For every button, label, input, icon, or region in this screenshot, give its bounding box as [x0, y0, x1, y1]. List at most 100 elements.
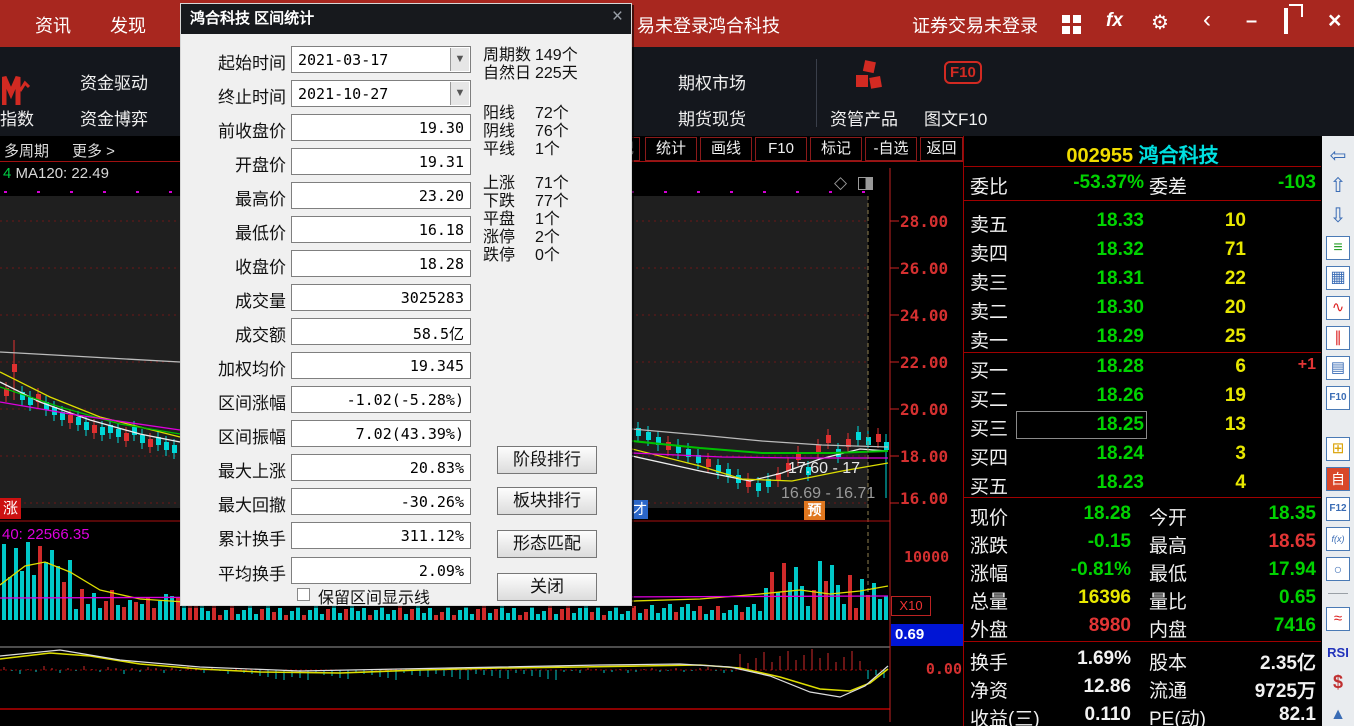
tab-more[interactable]: 更多 >: [72, 140, 115, 161]
split-view-icon[interactable]: [858, 177, 873, 190]
ask-row-1[interactable]: 卖一18.2925: [964, 326, 1321, 352]
block-map-icon[interactable]: ⊞: [1326, 437, 1350, 461]
nav-divider: [816, 59, 817, 127]
news-pages-icon[interactable]: ▤: [1326, 356, 1350, 380]
account-status[interactable]: 易未登录: [637, 12, 709, 38]
toolbar-f10-button[interactable]: F10: [755, 137, 807, 161]
ask-row-5[interactable]: 卖五18.3310: [964, 210, 1321, 236]
toolbar-unwatch-button[interactable]: -自选: [865, 137, 917, 161]
cum-turnover-input[interactable]: 311.12%: [291, 522, 471, 549]
close-window-icon[interactable]: ×: [1328, 7, 1341, 34]
avg-turnover-input[interactable]: 2.09%: [291, 557, 471, 584]
bid-row-1[interactable]: 买一18.286+1: [964, 356, 1321, 382]
low-price-input[interactable]: 16.18: [291, 216, 471, 243]
close-price-input[interactable]: 18.28: [291, 250, 471, 277]
news-badge[interactable]: 才: [632, 500, 648, 519]
side-toolbar: ⇦ ⇧ ⇩ ≡ ▦ ∿ ∥ ▤ F10 ⊞ 自 F12 f(x) ○ ≈ RSI…: [1322, 136, 1354, 726]
menu-news[interactable]: 资讯: [35, 12, 71, 38]
pic-f10-icon[interactable]: F10: [944, 61, 982, 84]
dropdown-arrow-icon[interactable]: ▼: [450, 82, 469, 105]
trend-chart-icon[interactable]: ∿: [1326, 296, 1350, 320]
stage-rank-button[interactable]: 阶段排行: [497, 446, 597, 474]
custom-stock-icon[interactable]: 自: [1326, 467, 1350, 491]
keep-range-line-label: 保留区间显示线: [318, 584, 430, 608]
bid-row-3[interactable]: 买三18.2513: [964, 414, 1321, 440]
kline-chart-icon[interactable]: ∥: [1326, 326, 1350, 350]
nav-index[interactable]: 指数: [0, 105, 34, 130]
dialog-title[interactable]: 鸿合科技 区间统计: [181, 4, 631, 34]
toolbar-mark-button[interactable]: 标记: [810, 137, 862, 161]
nav-fund-game[interactable]: 资金博弈: [80, 105, 148, 130]
menu-discover[interactable]: 发现: [110, 12, 146, 38]
start-date-input[interactable]: 2021-03-17 ▼: [291, 46, 471, 73]
sector-rank-button[interactable]: 板块排行: [497, 487, 597, 515]
axis-label: 26.00: [900, 259, 962, 278]
axis-label: 28.00: [900, 212, 962, 231]
tab-multi-period[interactable]: 多周期: [4, 140, 49, 161]
end-date-input[interactable]: 2021-10-27 ▼: [291, 80, 471, 107]
wave-indicator-icon[interactable]: ≈: [1326, 607, 1350, 631]
high-price-input[interactable]: 23.20: [291, 182, 471, 209]
toolbar-return-button[interactable]: 返回: [920, 137, 963, 161]
open-price-input[interactable]: 19.31: [291, 148, 471, 175]
volume-input[interactable]: 3025283: [291, 284, 471, 311]
turnover-input[interactable]: 58.5亿: [291, 318, 471, 345]
trade-login-status[interactable]: 证券交易未登录: [912, 12, 1038, 38]
f12-icon[interactable]: F12: [1326, 497, 1350, 521]
keep-range-line-checkbox[interactable]: [297, 588, 310, 601]
dialog-close-icon[interactable]: ×: [612, 6, 623, 28]
money-icon[interactable]: $: [1326, 670, 1350, 694]
pattern-match-button[interactable]: 形态匹配: [497, 530, 597, 558]
weibi-row: 委比 -53.37% 委差 -103: [964, 172, 1321, 198]
asset-products-icon[interactable]: [848, 59, 888, 99]
toolbar-stat-button[interactable]: 统计: [645, 137, 697, 161]
close-dialog-button[interactable]: 关闭: [497, 573, 597, 601]
prev-close-input[interactable]: 19.30: [291, 114, 471, 141]
ask-row-2[interactable]: 卖二18.3020: [964, 297, 1321, 323]
diamond-tool-icon[interactable]: ◇: [834, 173, 847, 193]
axis-label: 22.00: [900, 353, 962, 372]
ask-row-3[interactable]: 卖三18.3122: [964, 268, 1321, 294]
formula-fx-icon[interactable]: fx: [1106, 10, 1123, 32]
top-arrow-icon[interactable]: ▲: [1326, 703, 1350, 726]
apps-grid-icon[interactable]: [1062, 15, 1082, 35]
rsi-icon[interactable]: RSI: [1326, 641, 1350, 665]
stock-list-icon[interactable]: ≡: [1326, 236, 1350, 260]
ask-row-4[interactable]: 卖四18.3271: [964, 239, 1321, 265]
max-rise-input[interactable]: 20.83%: [291, 454, 471, 481]
current-stock-name[interactable]: 鸿合科技: [708, 12, 780, 38]
toolbar-draw-button[interactable]: 画线: [700, 137, 752, 161]
quote-table-icon[interactable]: ▦: [1326, 266, 1350, 290]
stock-code: 002955: [1066, 145, 1133, 167]
restore-window-icon[interactable]: [1284, 10, 1288, 33]
settings-gear-icon[interactable]: ⚙: [1151, 10, 1169, 35]
down-arrow-icon[interactable]: ⇩: [1326, 204, 1350, 228]
range-change-input[interactable]: -1.02(-5.28%): [291, 386, 471, 413]
f10-icon[interactable]: F10: [1326, 386, 1350, 410]
stock-header[interactable]: 002955 鸿合科技: [964, 139, 1321, 168]
range-amplitude-input[interactable]: 7.02(43.39%): [291, 420, 471, 447]
nav-asset-products[interactable]: 资管产品: [830, 105, 898, 130]
price-range-label: 17.60 - 17: [788, 460, 860, 478]
up-arrow-icon[interactable]: ⇧: [1326, 174, 1350, 198]
nav-fund-drive[interactable]: 资金驱动: [80, 69, 148, 94]
nav-pic-f10[interactable]: 图文F10: [924, 105, 987, 130]
collapse-icon[interactable]: ‹: [1203, 6, 1211, 34]
formula-icon[interactable]: f(x): [1326, 527, 1350, 551]
forecast-badge[interactable]: 预: [804, 501, 825, 520]
nav-futures-spot[interactable]: 期货现货: [678, 105, 746, 130]
bid-row-2[interactable]: 买二18.2619: [964, 385, 1321, 411]
volume-scale-label: X10: [891, 596, 931, 616]
bid-row-5[interactable]: 买五18.234: [964, 472, 1321, 498]
minimize-icon[interactable]: –: [1246, 10, 1257, 33]
shape-tool-icon[interactable]: ○: [1326, 557, 1350, 581]
dropdown-arrow-icon[interactable]: ▼: [450, 48, 469, 71]
back-arrow-icon[interactable]: ⇦: [1326, 144, 1350, 168]
flat-count: 平线1个: [483, 135, 560, 159]
max-drawdown-input[interactable]: -30.26%: [291, 488, 471, 515]
app-window: 多周期 更多 > 记 统计 画线 F10 标记 -自选 返回 4 MA120: …: [0, 0, 1354, 726]
nav-option-market[interactable]: 期权市场: [678, 69, 746, 94]
vwap-input[interactable]: 19.345: [291, 352, 471, 379]
bid-row-4[interactable]: 买四18.243: [964, 443, 1321, 469]
strip-divider: [1328, 593, 1348, 594]
